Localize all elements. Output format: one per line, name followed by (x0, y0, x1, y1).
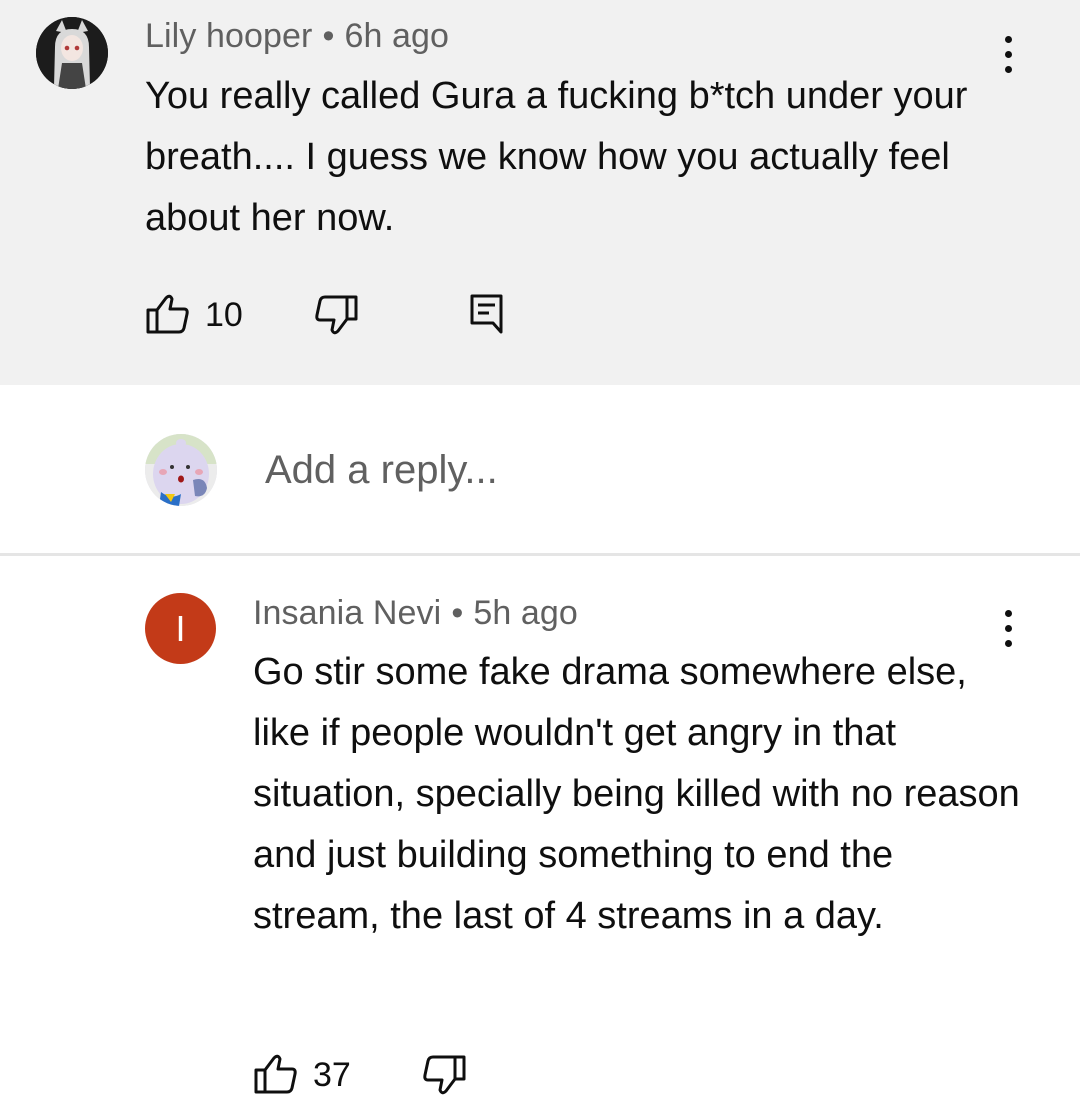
dislike-button[interactable] (314, 295, 358, 340)
like-count: 37 (313, 1056, 351, 1094)
reply-comment: I Insania Nevi • 5h ago Go stir some fake … (0, 556, 1080, 1120)
thumb-down-icon (423, 1055, 466, 1095)
comment-text: You really called Gura a fucking b*tch u… (145, 75, 968, 239)
like-button[interactable] (254, 1054, 298, 1099)
comment-meta: Lily hooper • 6h ago (145, 17, 449, 56)
comments-screen: Lily hooper • 6h ago You really called Gur… (0, 0, 1080, 1120)
parent-comment: Lily hooper • 6h ago You really called Gur… (0, 0, 1080, 385)
thumb-up-icon (146, 294, 189, 334)
meta-separator: • (322, 17, 335, 55)
thumb-down-icon (315, 295, 358, 335)
meta-separator: • (451, 594, 464, 632)
reply-comment-icon (470, 294, 503, 334)
more-vert-icon[interactable] (988, 598, 1028, 658)
reply-time: 5h ago (473, 594, 578, 632)
reply-author-avatar[interactable]: I (145, 593, 216, 664)
add-reply-input[interactable]: Add a reply... (265, 448, 498, 493)
reply-text: Go stir some fake drama somewhere else, … (253, 651, 1020, 937)
comment-author[interactable]: Lily hooper (145, 17, 312, 55)
reply-author[interactable]: Insania Nevi (253, 594, 441, 632)
like-button[interactable] (146, 294, 190, 339)
anime-avatar-image (36, 17, 108, 89)
cartoon-avatar-image (145, 434, 217, 506)
comment-time: 6h ago (344, 17, 450, 55)
dislike-button[interactable] (422, 1055, 466, 1100)
commenter-avatar[interactable] (36, 17, 108, 89)
like-count: 10 (205, 296, 243, 334)
thumb-up-icon (254, 1054, 297, 1094)
add-reply-row: Add a reply... (0, 385, 1080, 553)
current-user-avatar (145, 434, 217, 506)
reply-button[interactable] (470, 294, 504, 339)
more-vert-icon[interactable] (988, 24, 1028, 84)
reply-meta: Insania Nevi • 5h ago (253, 594, 578, 633)
